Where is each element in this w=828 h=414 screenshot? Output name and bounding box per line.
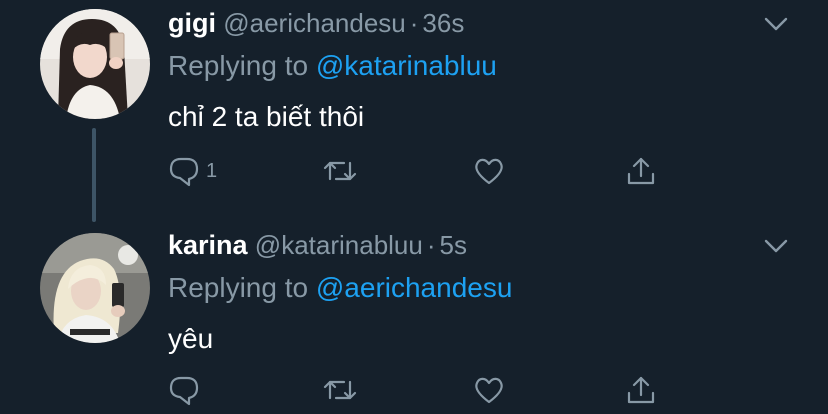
replying-to: Replying to @aerichandesu [168,268,512,308]
user-handle[interactable]: @aerichandesu [223,8,406,38]
chevron-down-icon[interactable] [762,14,790,34]
chevron-down-icon[interactable] [762,236,790,256]
retweet-button[interactable] [322,151,358,191]
separator-dot: · [426,230,436,260]
tweet[interactable]: karina @katarinabluu · 5s Replying to @aer… [0,222,828,414]
replying-to-label: Replying to [168,272,309,303]
avatar[interactable] [40,9,150,119]
display-name[interactable]: gigi [168,8,216,38]
reply-icon [168,374,200,406]
tweet-header: karina @katarinabluu · 5s [168,225,467,265]
like-icon [473,374,505,406]
tweet-text: chỉ 2 ta biết thôi [168,101,365,132]
reply-icon [168,155,200,187]
reply-count: 1 [206,160,218,182]
reply-button[interactable] [168,370,206,410]
tweet[interactable]: gigi @aerichandesu · 36s Replying to @kata… [0,0,828,222]
timestamp[interactable]: 36s [422,8,464,38]
tweet-text: yêu [168,323,214,354]
tweet-actions: 1 [0,151,828,191]
replying-to-label: Replying to [168,50,309,81]
reply-button[interactable]: 1 [168,151,217,191]
share-icon [625,374,657,406]
timestamp[interactable]: 5s [440,230,467,260]
share-button[interactable] [625,370,657,410]
tweet-header: gigi @aerichandesu · 36s [168,3,464,43]
share-button[interactable] [625,151,657,191]
separator-dot: · [409,8,419,38]
user-handle[interactable]: @katarinabluu [255,230,423,260]
tweet-thread: gigi @aerichandesu · 36s Replying to @kata… [0,0,828,414]
like-icon [473,155,505,187]
mention-link[interactable]: @aerichandesu [316,272,513,303]
retweet-button[interactable] [322,370,358,410]
retweet-icon [322,155,358,187]
avatar[interactable] [40,233,150,343]
like-button[interactable] [473,151,505,191]
display-name[interactable]: karina [168,230,248,260]
share-icon [625,155,657,187]
mention-link[interactable]: @katarinabluu [316,50,497,81]
replying-to: Replying to @katarinabluu [168,46,497,86]
like-button[interactable] [473,370,505,410]
tweet-actions [0,370,828,410]
retweet-icon [322,374,358,406]
